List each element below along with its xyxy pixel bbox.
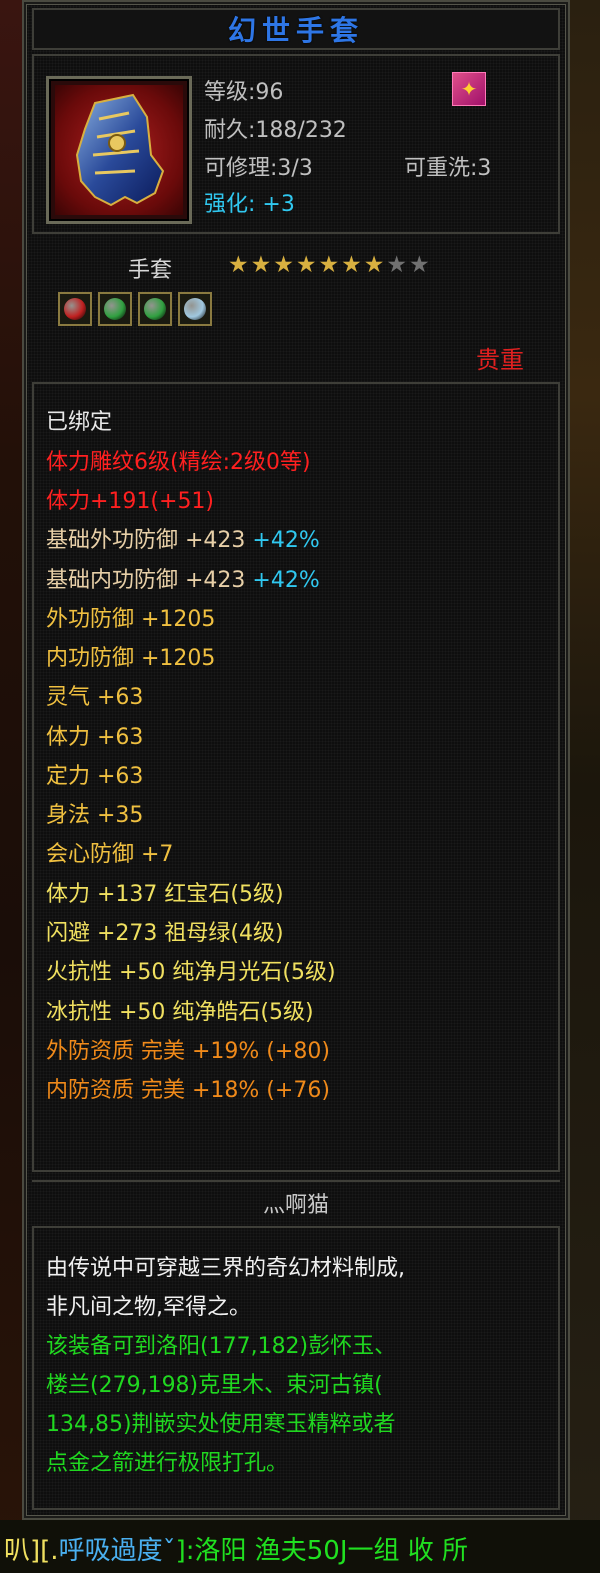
rune-icon: ✦ [452, 72, 486, 106]
item-reroll: 可重洗:3 [404, 156, 492, 181]
desc-line-1: 由传说中可穿越三界的奇幻材料制成, [46, 1256, 405, 1281]
item-name: 幻世手套 [227, 14, 364, 47]
star-rating: ★ ★ ★ ★ ★ ★ ★ ★ ★ [228, 254, 430, 277]
star-filled-icon: ★ [295, 252, 317, 278]
desc-line-6: 点金之箭进行极限打孔。 [46, 1451, 289, 1476]
bound-status: 已绑定 [46, 410, 113, 435]
chat-content: ]:洛阳 渔夫50J一组 收 所 [175, 1536, 469, 1566]
item-durability: 耐久:188/232 [204, 118, 347, 143]
star-filled-icon: ★ [250, 252, 272, 278]
stat-base-int-def: 基础内功防御 +423 +42% [46, 570, 320, 592]
stat-stamina-bonus: 体力+191(+51) [46, 489, 215, 514]
chat-message[interactable]: 叭][.呼吸過度ˇ]:洛阳 渔夫50J一组 收 所 [4, 1530, 468, 1567]
stat-gem-2: 闪避 +273 祖母绿(4级) [46, 921, 284, 946]
desc-line-5: 134,85)荆嵌实处使用寒玉精粹或者 [46, 1412, 396, 1437]
item-icon-frame [46, 76, 192, 224]
star-filled-icon: ★ [228, 252, 249, 278]
stat-focus: 定力 +63 [46, 764, 144, 789]
stat-ext-def: 外功防御 +1205 [46, 607, 216, 632]
item-type: 手套 [128, 258, 173, 283]
stat-gem-1: 体力 +137 红宝石(5级) [46, 882, 284, 907]
stat-base-int-def-value: 基础内功防御 +423 [46, 568, 246, 593]
stat-aptitude-2: 内防资质 完美 +18% (+76) [46, 1078, 330, 1103]
gem-slots [58, 292, 212, 326]
stat-gem-4: 冰抗性 +50 纯净皓石(5级) [46, 1000, 314, 1025]
stat-gem-3: 火抗性 +50 纯净月光石(5级) [46, 960, 336, 985]
item-repair: 可修理:3/3 [204, 156, 313, 181]
owner-bar: 灬啊猫 [32, 1180, 560, 1224]
desc-line-4: 楼兰(279,198)克里木、束河古镇( [46, 1373, 383, 1398]
glove-icon [55, 85, 183, 215]
background-right-panel [568, 0, 600, 1573]
gem-socket-icon [178, 292, 212, 326]
gem-socket-icon [98, 292, 132, 326]
star-filled-icon: ★ [273, 252, 294, 278]
star-filled-icon: ★ [318, 252, 340, 278]
tooltip-title-bar: 幻世手套 [32, 8, 560, 50]
stat-base-ext-def-pct: +42% [252, 528, 320, 553]
item-description: 由传说中可穿越三界的奇幻材料制成, 非凡间之物,罕得之。 该装备可到洛阳(177… [32, 1226, 560, 1510]
enhance-label: 强化: [204, 192, 256, 217]
item-enhance: 强化: +3 [204, 194, 295, 216]
enhance-value: +3 [262, 192, 295, 217]
chat-prefix: 叭][. [4, 1536, 59, 1566]
item-rarity: 贵重 [476, 346, 524, 374]
item-type-section: 手套 ★ ★ ★ ★ ★ ★ ★ ★ ★ 贵重 [32, 238, 560, 376]
stat-base-int-def-pct: +42% [252, 568, 320, 593]
stat-stamina: 体力 +63 [46, 725, 144, 750]
star-filled-icon: ★ [363, 252, 385, 278]
gem-socket-icon [58, 292, 92, 326]
item-header: 等级:96 耐久:188/232 可修理:3/3 可重洗:3 强化: +3 ✦ [32, 54, 560, 234]
star-empty-icon: ★ [409, 252, 430, 278]
desc-line-2: 非凡间之物,罕得之。 [46, 1295, 251, 1320]
item-stats: 已绑定 体力雕纹6级(精绘:2级0等) 体力+191(+51) 基础外功防御 +… [32, 382, 560, 1172]
star-empty-icon: ★ [386, 252, 407, 278]
stat-aptitude-1: 外防资质 完美 +19% (+80) [46, 1039, 330, 1064]
stat-base-ext-def-value: 基础外功防御 +423 [46, 528, 246, 553]
owner-name: 灬啊猫 [262, 1193, 329, 1218]
gem-socket-icon [138, 292, 172, 326]
stat-agility: 身法 +35 [46, 803, 144, 828]
stat-engrave: 体力雕纹6级(精绘:2级0等) [46, 450, 311, 475]
stat-base-ext-def: 基础外功防御 +423 +42% [46, 530, 320, 552]
star-filled-icon: ★ [341, 252, 362, 278]
item-tooltip: 幻世手套 等级:96 耐久:188/232 可修理:3/3 可重洗:3 强化: … [22, 0, 570, 1520]
chat-sender[interactable]: 呼吸過度ˇ [59, 1536, 176, 1566]
desc-line-3: 该装备可到洛阳(177,182)彭怀玉、 [46, 1334, 397, 1359]
stat-crit-def: 会心防御 +7 [46, 842, 174, 867]
stat-int-def: 内功防御 +1205 [46, 646, 216, 671]
item-level: 等级:96 [204, 80, 284, 105]
chat-bar[interactable]: 叭][.呼吸過度ˇ]:洛阳 渔夫50J一组 收 所 [0, 1520, 600, 1573]
stat-spirit: 灵气 +63 [46, 685, 144, 710]
